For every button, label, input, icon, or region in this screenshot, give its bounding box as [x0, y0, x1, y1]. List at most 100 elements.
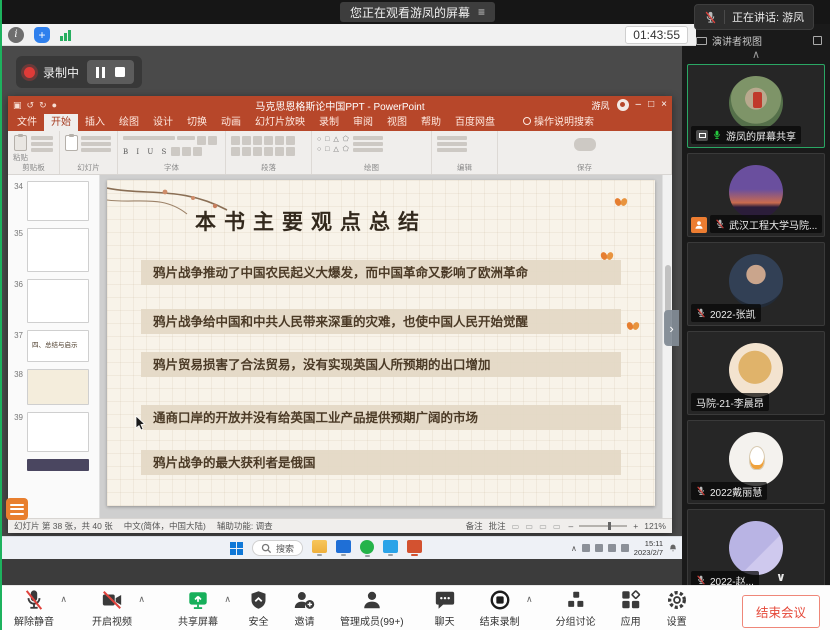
breakout-rooms-button[interactable]: 分组讨论 [556, 589, 596, 628]
tab-animations[interactable]: 动画 [214, 111, 248, 131]
thumbnail-37-title: 四、总结与启示 [32, 333, 78, 349]
maximize-button[interactable]: □ [648, 100, 654, 110]
security-button[interactable]: 安全 [248, 589, 269, 628]
ribbon-group-clipboard: 粘贴 剪贴板 [8, 131, 60, 174]
slide-list-toggle-button[interactable] [6, 498, 28, 520]
slide-thumbnail-panel[interactable]: 34 35 36 37 四、总结与启示 [8, 175, 100, 518]
stop-record-icon [489, 589, 511, 611]
tray-icon[interactable] [608, 544, 616, 552]
new-slide-button[interactable] [65, 134, 78, 151]
taskbar-app-photos[interactable] [383, 540, 398, 556]
accessibility-status[interactable]: 辅助功能: 调查 [217, 520, 273, 532]
zoom-in-button[interactable]: + [633, 521, 638, 531]
taskbar-app-powerpoint[interactable] [407, 540, 422, 556]
camera-off-icon [100, 589, 124, 611]
zoom-slider[interactable] [579, 525, 627, 527]
participant-tile[interactable]: 马院-21-李晨昂 [687, 331, 825, 415]
apps-button[interactable]: 应用 [620, 589, 642, 628]
thumbnail-slide-35[interactable]: 35 [8, 228, 99, 272]
settings-button[interactable]: 设置 [666, 589, 688, 628]
save-icon[interactable]: ▣ [13, 100, 22, 111]
expand-panel-button[interactable]: › [664, 310, 679, 346]
video-options-chevron[interactable]: ∧ [138, 594, 145, 605]
tab-home[interactable]: 开始 [44, 111, 78, 131]
tab-record[interactable]: 录制 [312, 111, 346, 131]
comments-button[interactable]: 批注 [489, 520, 506, 532]
tray-icon[interactable] [582, 544, 590, 552]
thumbnail-slide-partial[interactable] [27, 459, 89, 471]
end-meeting-button[interactable]: 结束会议 [742, 595, 820, 628]
participant-tile[interactable]: 2022-张凯 [687, 242, 825, 326]
notes-button[interactable]: 备注 [466, 520, 483, 532]
thumbnail-slide-37[interactable]: 37 四、总结与启示 [8, 330, 99, 362]
tab-transitions[interactable]: 切换 [180, 111, 214, 131]
participant-tile[interactable]: 2022戴丽慧 [687, 420, 825, 504]
thumbnail-slide-39[interactable]: 39 [8, 412, 99, 452]
language-status[interactable]: 中文(简体，中国大陆) [124, 520, 206, 532]
thumbnail-slide-36[interactable]: 36 [8, 279, 99, 323]
taskbar-app-wechat[interactable] [360, 540, 374, 557]
scroll-up-chevron[interactable]: ∧ [682, 48, 830, 64]
account-name[interactable]: 游凤 [592, 99, 610, 112]
watching-screen-label: 您正在观看游凤的屏幕 [350, 4, 470, 21]
tab-file[interactable]: 文件 [10, 111, 44, 131]
scroll-down-chevron[interactable]: ∨ [776, 570, 786, 584]
tab-view[interactable]: 视图 [380, 111, 414, 131]
end-recording-button[interactable]: 结束录制 ∧ [480, 589, 520, 628]
zoom-out-button[interactable]: – [569, 521, 574, 531]
start-button[interactable] [230, 542, 243, 555]
watching-screen-banner[interactable]: 您正在观看游凤的屏幕 ≡ [340, 2, 495, 22]
participant-tile-sharing[interactable]: 游凤的屏幕共享 [687, 64, 825, 148]
taskbar-app-explorer[interactable] [312, 540, 327, 556]
tab-draw[interactable]: 绘图 [112, 111, 146, 131]
close-button[interactable]: × [661, 100, 667, 110]
security-shield-icon[interactable]: + [34, 27, 50, 43]
tell-me-search[interactable]: 操作说明搜索 [516, 111, 601, 131]
record-options-chevron[interactable]: ∧ [526, 594, 533, 605]
minimize-button[interactable]: – [636, 100, 642, 110]
taskbar-search[interactable]: 搜索 [252, 540, 303, 556]
invite-button[interactable]: 邀请 [293, 589, 316, 628]
tray-icon[interactable] [621, 544, 629, 552]
shape-gallery[interactable]: ○ □ △ ⬠ [317, 136, 350, 144]
font-style-buttons[interactable]: B I U S [123, 148, 169, 156]
tab-baidu-netdisk[interactable]: 百度网盘 [448, 111, 502, 131]
notification-bell-icon[interactable] [668, 543, 678, 553]
slide-scrollbar[interactable] [662, 175, 672, 518]
share-screen-button[interactable]: 共享屏幕 ∧ [178, 589, 218, 628]
redo-icon[interactable]: ↻ [39, 100, 47, 111]
tab-insert[interactable]: 插入 [78, 111, 112, 131]
thumbnail-slide-34[interactable]: 34 [8, 181, 99, 221]
taskbar-clock[interactable]: 15:112023/2/7 [634, 539, 663, 558]
meeting-info-icon[interactable]: i [8, 27, 24, 43]
zoom-level[interactable]: 121% [644, 521, 666, 531]
quick-access-toolbar[interactable]: ▣ ↺ ↻ ● [8, 100, 57, 111]
taskbar-app-mail[interactable] [336, 540, 351, 556]
shared-screen-area: 录制中 ▣ ↺ ↻ ● 马克思恩格斯论中国PPT - PowerPoint 游凤 [0, 46, 682, 585]
tab-design[interactable]: 设计 [146, 111, 180, 131]
tab-help[interactable]: 帮助 [414, 111, 448, 131]
stop-recording-button[interactable] [115, 67, 125, 77]
participant-tile[interactable]: 2022-赵... ∨ [687, 509, 825, 585]
thumbnail-slide-38-current[interactable]: 38 [8, 369, 99, 405]
view-switcher-buttons[interactable]: ▭ ▭ ▭ ▭ [512, 522, 563, 531]
tab-slideshow[interactable]: 幻灯片放映 [248, 111, 312, 131]
tray-icon[interactable] [595, 544, 603, 552]
manage-members-button[interactable]: 管理成员(99+) [340, 589, 404, 628]
system-tray: ∧ 15:112023/2/7 [571, 539, 678, 558]
account-avatar[interactable] [617, 99, 629, 111]
tray-expand-icon[interactable]: ∧ [571, 544, 577, 553]
start-video-button[interactable]: 开启视频 ∧ [92, 589, 132, 628]
undo-icon[interactable]: ↺ [27, 100, 35, 111]
record-icon[interactable]: ● [52, 100, 57, 111]
tab-review[interactable]: 审阅 [346, 111, 380, 131]
paste-button[interactable]: 粘贴 [13, 134, 28, 163]
pause-recording-button[interactable] [96, 67, 105, 78]
mic-options-chevron[interactable]: ∧ [60, 594, 67, 605]
banner-menu-icon[interactable]: ≡ [478, 5, 485, 19]
share-options-chevron[interactable]: ∧ [224, 594, 231, 605]
unmute-button[interactable]: 解除静音 ∧ [14, 589, 54, 628]
participant-tile-host[interactable]: 武汉工程大学马院... [687, 153, 825, 237]
fullscreen-corners-icon[interactable] [813, 36, 822, 45]
chat-button[interactable]: 聊天 [434, 589, 456, 628]
